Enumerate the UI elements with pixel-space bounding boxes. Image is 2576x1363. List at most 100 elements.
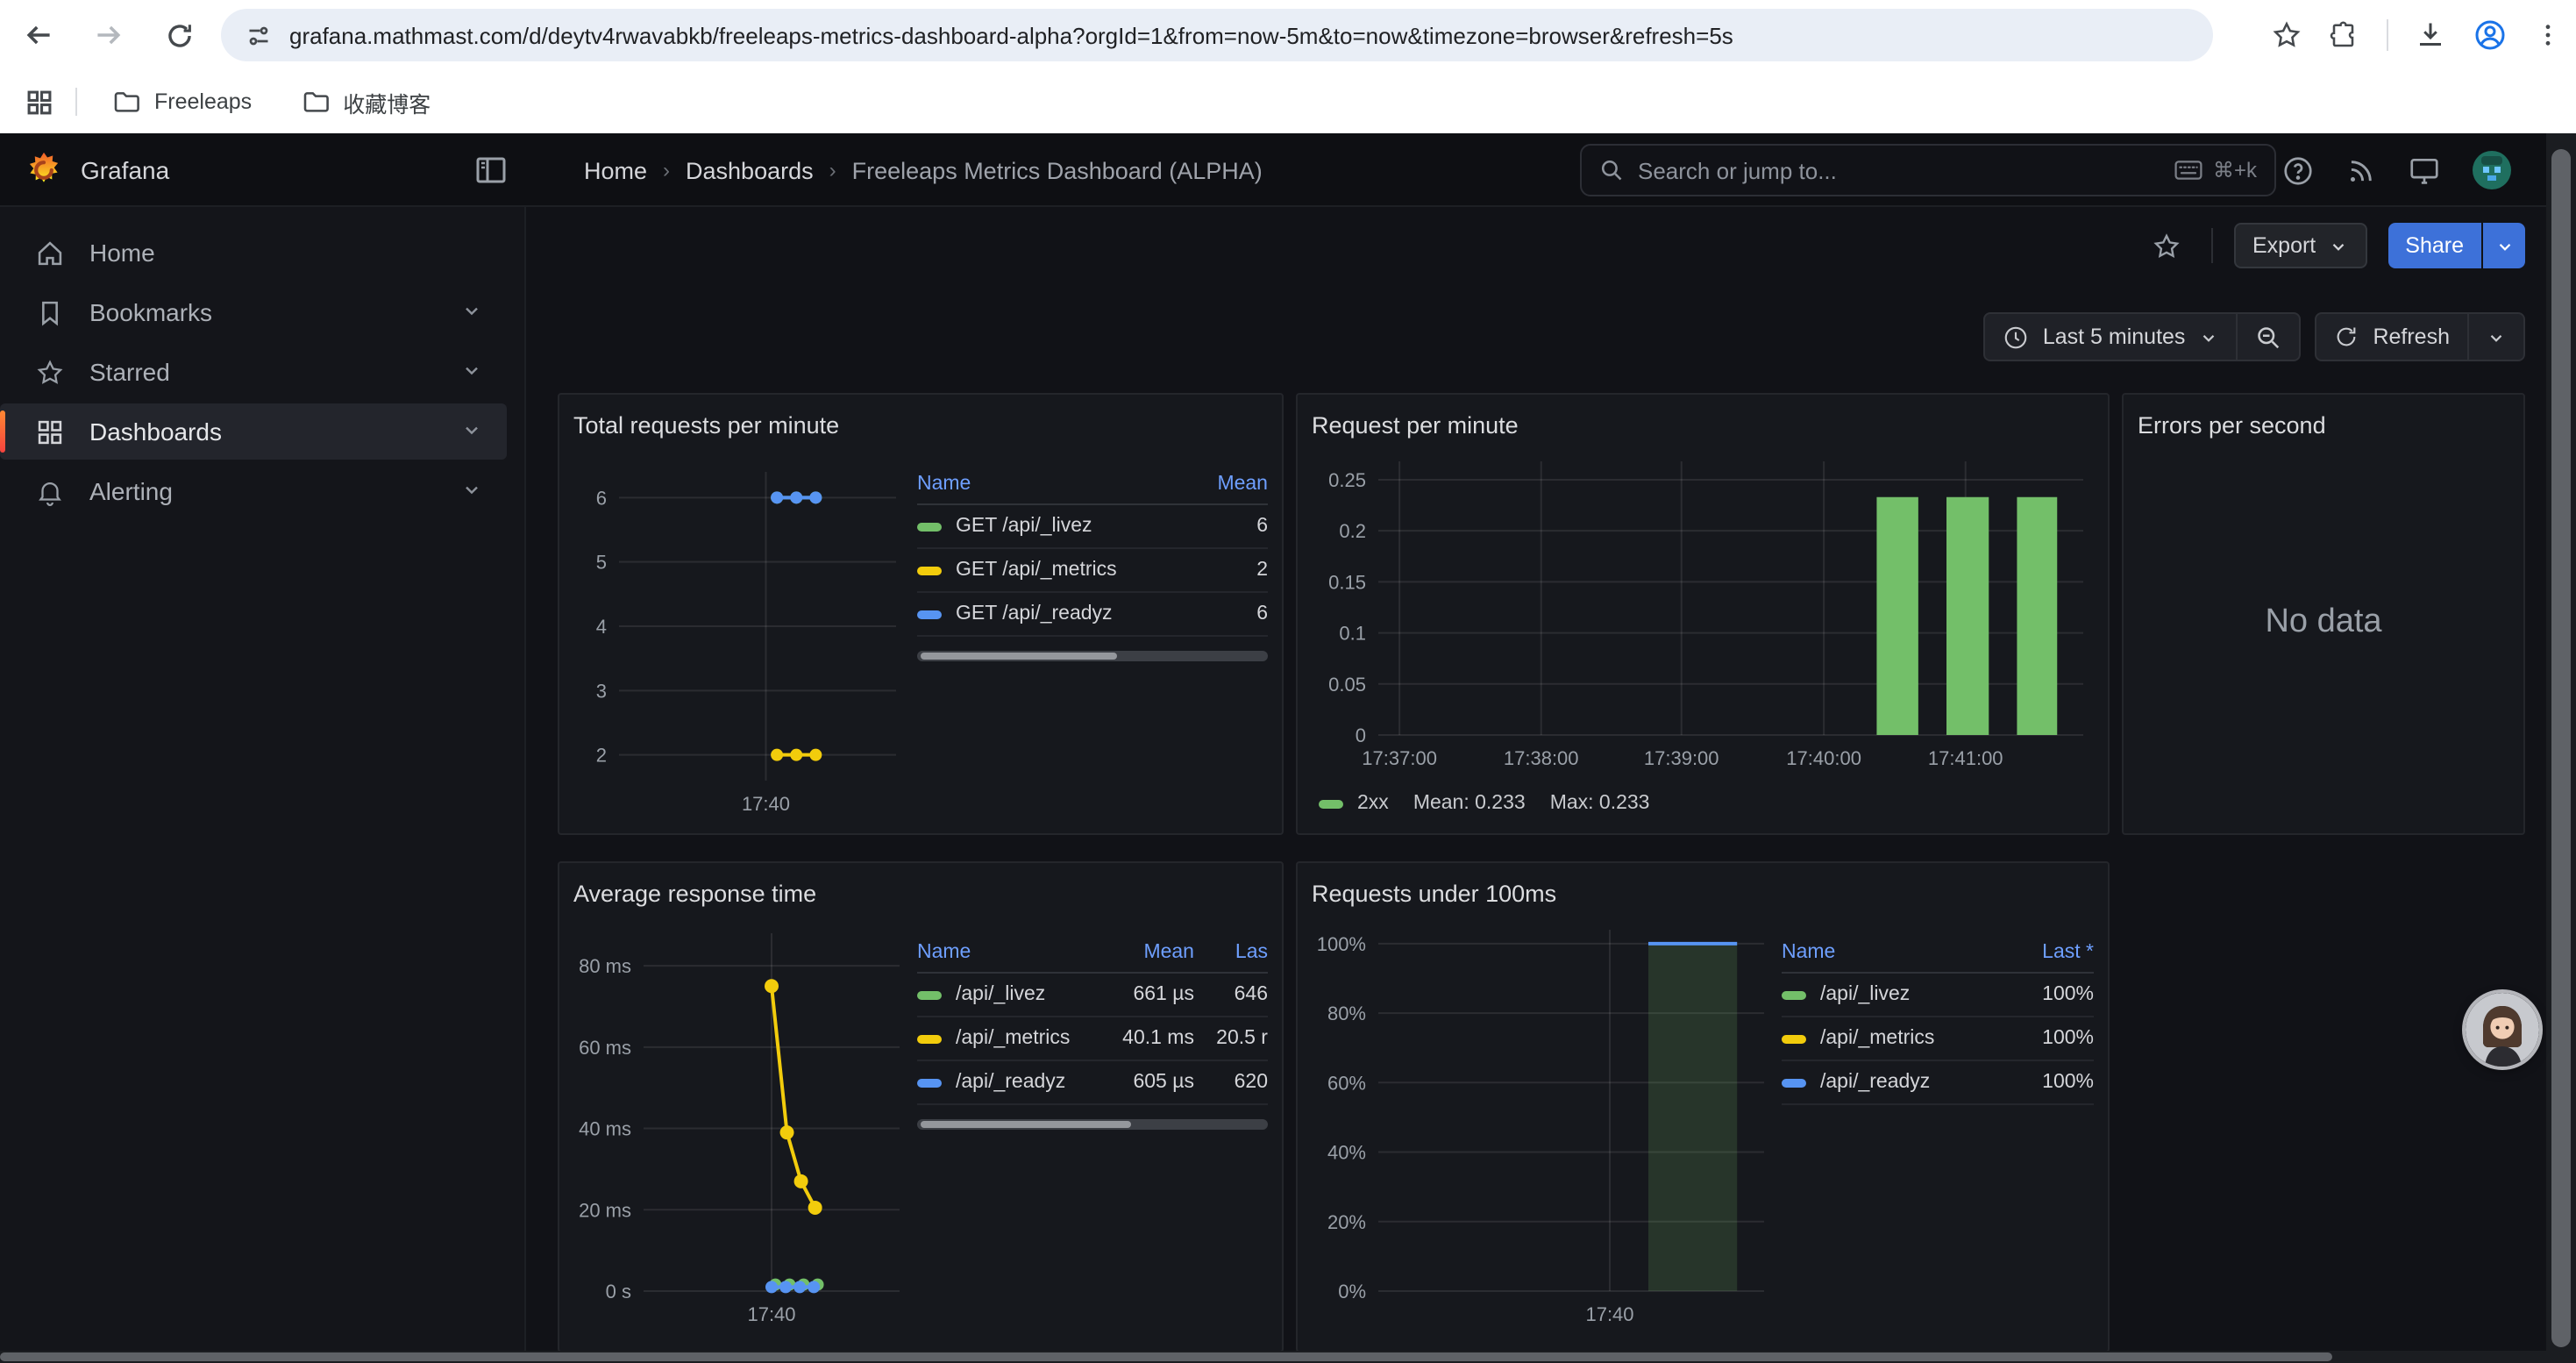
legend-mean: Mean: 0.233 (1413, 793, 1526, 814)
legend-value: 100% (2003, 974, 2094, 1017)
panel-title[interactable]: Average response time (573, 877, 1268, 916)
product-name: Grafana (81, 156, 169, 184)
panel-legend: 2xx Mean: 0.233 Max: 0.233 (1312, 793, 2094, 814)
vertical-scrollbar[interactable] (2546, 133, 2576, 1351)
chevron-down-icon[interactable] (461, 298, 482, 326)
svg-text:0.25: 0.25 (1328, 469, 1366, 491)
sidebar-toggle-icon[interactable] (473, 153, 509, 188)
grafana-logo-icon (25, 151, 63, 189)
legend-value: 661 µs (1099, 974, 1194, 1017)
legend-scrollbar-thumb[interactable] (921, 1121, 1131, 1128)
assistant-avatar[interactable] (2466, 993, 2539, 1067)
breadcrumb-separator: › (663, 158, 670, 182)
svg-text:17:40: 17:40 (747, 1303, 795, 1325)
extensions-icon[interactable] (2329, 19, 2360, 51)
svg-text:17:39:00: 17:39:00 (1644, 747, 1719, 769)
panel-total-requests[interactable]: Total requests per minute 6543217:40 Nam… (558, 393, 1284, 835)
vertical-scrollbar-thumb[interactable] (2551, 149, 2571, 1347)
legend-series-name[interactable]: /api/_readyz (1782, 1061, 2003, 1105)
legend-series-name[interactable]: GET /api/_metrics (917, 549, 1191, 593)
time-range-picker[interactable]: Last 5 minutes (1985, 314, 2237, 360)
panel-title[interactable]: Request per minute (1312, 409, 2094, 447)
legend-column-header[interactable]: Mean (1191, 468, 1268, 505)
sidebar-item-dashboards[interactable]: Dashboards (0, 403, 507, 460)
svg-text:5: 5 (596, 552, 607, 574)
legend-series-name[interactable]: GET /api/_livez (917, 505, 1191, 549)
panel-title[interactable]: Total requests per minute (573, 409, 1268, 447)
horizontal-scrollbar-thumb[interactable] (0, 1352, 2332, 1361)
favorite-star-icon[interactable] (2144, 223, 2189, 268)
svg-text:17:40:00: 17:40:00 (1786, 747, 1861, 769)
legend-value: 646 (1194, 974, 1268, 1017)
legend-scrollbar[interactable] (917, 1119, 1268, 1130)
address-bar[interactable]: grafana.mathmast.com/d/deytv4rwavabkb/fr… (221, 9, 2213, 61)
reload-icon[interactable] (161, 18, 196, 53)
zoom-out-button[interactable] (2238, 314, 2299, 360)
panel-errors-per-second[interactable]: Errors per second No data (2122, 393, 2525, 835)
downloads-icon[interactable] (2415, 19, 2446, 51)
share-menu-caret[interactable] (2483, 223, 2525, 268)
bookmark-star-icon[interactable] (2271, 19, 2302, 51)
panel-legend: NameLast */api/_livez100%/api/_metrics10… (1782, 916, 2094, 1340)
legend-column-header[interactable]: Las (1194, 937, 1268, 974)
refresh-interval-caret[interactable] (2469, 314, 2523, 360)
news-rss-icon[interactable] (2345, 153, 2378, 187)
series-swatch (1782, 1078, 1806, 1087)
sidebar-item-bookmarks[interactable]: Bookmarks (0, 284, 507, 340)
svg-text:0.15: 0.15 (1328, 571, 1366, 593)
apps-grid-icon[interactable] (25, 87, 54, 117)
clock-icon (2003, 324, 2029, 350)
legend-scrollbar[interactable] (917, 651, 1268, 661)
dashboard-actions: Export Share (526, 207, 2546, 284)
legend-series-name[interactable]: /api/_livez (917, 974, 1099, 1017)
refresh-button[interactable]: Refresh (2316, 314, 2467, 360)
site-settings-icon[interactable] (246, 22, 272, 48)
help-icon[interactable] (2281, 153, 2315, 187)
breadcrumb-dashboards[interactable]: Dashboards (686, 157, 814, 183)
export-button[interactable]: Export (2233, 223, 2366, 268)
sidebar-border (524, 207, 526, 1363)
legend-column-header[interactable]: Last * (2003, 937, 2094, 974)
legend-series-name[interactable]: /api/_metrics (1782, 1017, 2003, 1061)
sidebar-item-home[interactable]: Home (0, 225, 507, 281)
share-button[interactable]: Share (2387, 223, 2481, 268)
legend-column-header[interactable]: Name (917, 937, 1099, 974)
sidebar-item-alerting[interactable]: Alerting (0, 463, 507, 519)
legend-series-name[interactable]: /api/_readyz (917, 1061, 1099, 1105)
chevron-down-icon[interactable] (461, 477, 482, 505)
panel-request-per-minute[interactable]: Request per minute 0.250.20.150.10.05017… (1296, 393, 2110, 835)
breadcrumb-home[interactable]: Home (584, 157, 647, 183)
grafana-brand[interactable]: Grafana (25, 133, 169, 207)
panel-title[interactable]: Errors per second (2138, 409, 2509, 447)
sidebar-item-starred[interactable]: Starred (0, 344, 507, 400)
url-text[interactable]: grafana.mathmast.com/d/deytv4rwavabkb/fr… (289, 22, 1733, 48)
user-avatar[interactable] (2471, 149, 2513, 191)
series-swatch (917, 522, 942, 531)
panel-title[interactable]: Requests under 100ms (1312, 877, 2094, 916)
legend-item-2xx[interactable]: 2xx (1319, 793, 1389, 814)
series-swatch (917, 566, 942, 574)
horizontal-scrollbar[interactable] (0, 1351, 2576, 1363)
actions-divider (2210, 228, 2212, 263)
back-icon[interactable] (21, 18, 56, 53)
search-input[interactable]: Search or jump to... ⌘+k (1580, 144, 2276, 196)
legend-series-name[interactable]: /api/_metrics (917, 1017, 1099, 1061)
chevron-down-icon[interactable] (461, 358, 482, 386)
panel-average-response-time[interactable]: Average response time 80 ms60 ms40 ms20 … (558, 861, 1284, 1352)
legend-series-name[interactable]: /api/_livez (1782, 974, 2003, 1017)
legend-scrollbar-thumb[interactable] (921, 653, 1117, 660)
bookmark-folder-freeleaps[interactable]: Freeleaps (98, 81, 266, 123)
chevron-down-icon[interactable] (461, 417, 482, 446)
monitor-icon[interactable] (2408, 153, 2441, 187)
panel-requests-under-100ms[interactable]: Requests under 100ms 100%80%60%40%20%0%1… (1296, 861, 2110, 1352)
legend-series-name[interactable]: GET /api/_readyz (917, 593, 1191, 637)
legend-column-header[interactable]: Mean (1099, 937, 1194, 974)
legend-value: 40.1 ms (1099, 1017, 1194, 1061)
legend-column-header[interactable]: Name (1782, 937, 2003, 974)
legend-column-header[interactable]: Name (917, 468, 1191, 505)
bookmark-folder-blogs[interactable]: 收藏博客 (287, 78, 445, 125)
svg-text:2: 2 (596, 745, 607, 767)
browser-menu-icon[interactable] (2534, 21, 2562, 49)
profile-icon[interactable] (2473, 18, 2508, 53)
time-controls: Last 5 minutes Refresh (526, 309, 2546, 365)
